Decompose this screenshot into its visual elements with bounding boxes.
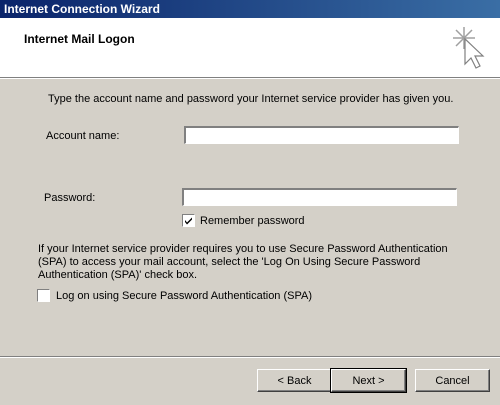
instruction-text: Type the account name and password your … (48, 93, 454, 105)
account-name-input[interactable] (184, 126, 459, 144)
account-name-label: Account name: (46, 130, 120, 142)
password-label: Password: (44, 192, 96, 204)
check-mark-icon (185, 217, 192, 225)
header-divider (0, 77, 500, 79)
password-input[interactable] (182, 188, 457, 206)
wizard-cursor-icon (453, 27, 485, 69)
back-button[interactable]: < Back (257, 369, 332, 392)
wizard-header: Internet Mail Logon (0, 18, 500, 77)
remember-password-label[interactable]: Remember password (200, 215, 305, 227)
footer-divider (0, 356, 500, 358)
cancel-button[interactable]: Cancel (415, 369, 490, 392)
spa-label[interactable]: Log on using Secure Password Authenticat… (56, 290, 312, 302)
remember-password-checkbox[interactable] (182, 214, 195, 227)
next-button[interactable]: Next > (330, 368, 407, 393)
wizard-window: Internet Connection Wizard Internet Mail… (0, 0, 500, 405)
spa-info-text: If your Internet service provider requir… (38, 243, 448, 281)
spa-checkbox[interactable] (37, 289, 50, 302)
page-title: Internet Mail Logon (24, 32, 135, 46)
title-bar[interactable]: Internet Connection Wizard (0, 0, 500, 18)
window-title: Internet Connection Wizard (4, 2, 160, 16)
